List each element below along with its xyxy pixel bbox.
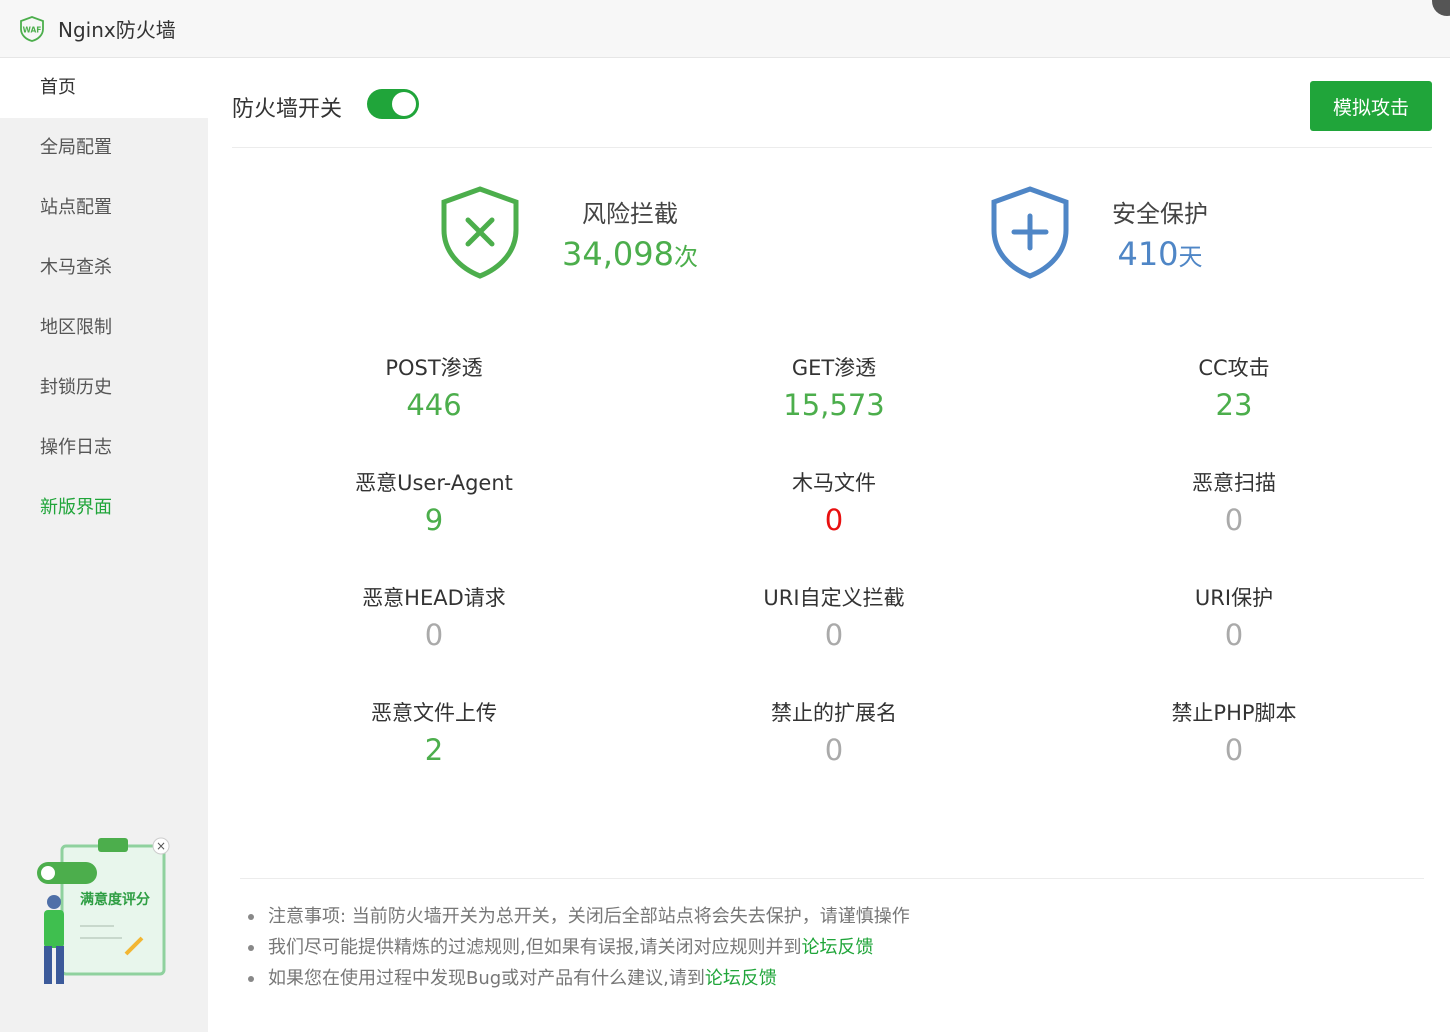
note-item: 我们尽可能提供精炼的过滤规则,但如果有误报,请关闭对应规则并到论坛反馈 (240, 932, 1424, 963)
forum-feedback-link[interactable]: 论坛反馈 (801, 937, 873, 958)
logo-text: WAF (23, 25, 42, 34)
stat-value: 2 (424, 733, 444, 767)
stat-value: 9 (424, 503, 444, 537)
simulate-attack-button[interactable]: 模拟攻击 (1310, 81, 1432, 131)
stat-malicious-file-upload[interactable]: 恶意文件上传 2 (232, 695, 632, 810)
window-close-icon[interactable] (1432, 0, 1450, 16)
safe-protection-value: 410 (1117, 234, 1179, 273)
stat-forbidden-extension[interactable]: 禁止的扩展名 0 (632, 695, 1032, 810)
risk-intercept-title: 风险拦截 (581, 199, 678, 228)
stat-cc-attack[interactable]: CC攻击 23 (1032, 350, 1432, 465)
stat-malicious-user-agent[interactable]: 恶意User-Agent 9 (232, 465, 632, 580)
firewall-switch-toggle[interactable] (367, 89, 419, 119)
firewall-switch-label: 防火墙开关 (232, 97, 343, 122)
risk-intercept-summary: 风险拦截 34,098次 (440, 186, 698, 280)
stat-value: 0 (1224, 503, 1244, 537)
stat-label: CC攻击 (1198, 356, 1270, 380)
stat-forbidden-php-script[interactable]: 禁止PHP脚本 0 (1032, 695, 1432, 810)
stat-value: 0 (824, 618, 844, 652)
sidebar-item-block-history[interactable]: 封锁历史 (0, 358, 208, 418)
risk-intercept-value: 34,098 (562, 234, 674, 273)
stat-value: 0 (1224, 618, 1244, 652)
title-bar: WAF Nginx防火墙 (0, 0, 1450, 58)
stat-label: 禁止PHP脚本 (1171, 701, 1297, 725)
sidebar-item-global-config[interactable]: 全局配置 (0, 118, 208, 178)
note-item: 注意事项: 当前防火墙开关为总开关，关闭后全部站点将会失去保护，请谨慎操作 (240, 901, 1424, 932)
satisfaction-rating-widget[interactable]: 满意度评分 × (32, 834, 182, 1004)
stat-value: 0 (424, 618, 444, 652)
rating-label: 满意度评分 (80, 891, 150, 908)
toolbar: 防火墙开关 模拟攻击 (232, 58, 1432, 148)
safe-protection-title: 安全保护 (1112, 199, 1208, 228)
sidebar-item-region-limit[interactable]: 地区限制 (0, 298, 208, 358)
note-text: 注意事项: 当前防火墙开关为总开关，关闭后全部站点将会失去保护，请谨慎操作 (268, 906, 910, 927)
shield-plus-icon (991, 186, 1069, 279)
stat-label: URI自定义拦截 (763, 586, 905, 610)
stat-value: 0 (824, 733, 844, 767)
sidebar-item-site-config[interactable]: 站点配置 (0, 178, 208, 238)
risk-intercept-unit: 次 (673, 242, 698, 271)
app-title: Nginx防火墙 (58, 18, 176, 42)
forum-feedback-link[interactable]: 论坛反馈 (705, 968, 777, 989)
sidebar-item-trojan-scan[interactable]: 木马查杀 (0, 238, 208, 298)
note-item: 如果您在使用过程中发现Bug或对产品有什么建议,请到论坛反馈 (240, 963, 1424, 994)
stat-malicious-head-request[interactable]: 恶意HEAD请求 0 (232, 580, 632, 695)
rating-close-glyph: × (156, 839, 166, 853)
main-panel: 防火墙开关 模拟攻击 风险拦截 34,098次 安全保护 410天 POST渗透… (208, 58, 1450, 1032)
stat-label: 恶意扫描 (1192, 471, 1276, 495)
note-text: 如果您在使用过程中发现Bug或对产品有什么建议,请到 (268, 968, 705, 989)
toggle-knob (392, 92, 416, 116)
stat-value: 0 (824, 503, 844, 537)
notes-list: 注意事项: 当前防火墙开关为总开关，关闭后全部站点将会失去保护，请谨慎操作 我们… (240, 878, 1424, 994)
stat-uri-protection[interactable]: URI保护 0 (1032, 580, 1432, 695)
sidebar-item-operation-log[interactable]: 操作日志 (0, 418, 208, 478)
sidebar-item-home[interactable]: 首页 (0, 58, 208, 118)
stat-value: 446 (406, 388, 462, 422)
stat-label: GET渗透 (791, 356, 877, 380)
stat-value: 0 (1224, 733, 1244, 767)
person-illustration-icon (47, 895, 61, 909)
stat-get-penetration[interactable]: GET渗透 15,573 (632, 350, 1032, 465)
stat-trojan-file[interactable]: 木马文件 0 (632, 465, 1032, 580)
safe-protection-unit: 天 (1178, 242, 1203, 271)
stat-label: POST渗透 (385, 356, 483, 380)
shield-cross-icon (441, 186, 519, 279)
waf-shield-logo-icon: WAF (20, 15, 44, 42)
stat-value: 23 (1215, 388, 1253, 422)
stat-label: 禁止的扩展名 (771, 701, 897, 725)
sidebar: 首页 全局配置 站点配置 木马查杀 地区限制 封锁历史 操作日志 新版界面 满意… (0, 58, 208, 1032)
stat-uri-custom-block[interactable]: URI自定义拦截 0 (632, 580, 1032, 695)
stat-value: 15,573 (783, 388, 885, 422)
stat-label: 木马文件 (792, 471, 876, 495)
stat-post-penetration[interactable]: POST渗透 446 (232, 350, 632, 465)
clipboard-clip-icon (98, 838, 128, 852)
attack-stats-grid: POST渗透 446 GET渗透 15,573 CC攻击 23 恶意User-Agen… (232, 350, 1432, 810)
safe-protection-summary: 安全保护 410天 (990, 186, 1208, 280)
stat-malicious-scan[interactable]: 恶意扫描 0 (1032, 465, 1432, 580)
sidebar-item-new-ui[interactable]: 新版界面 (0, 478, 208, 538)
stat-label: 恶意HEAD请求 (362, 586, 506, 610)
note-text: 我们尽可能提供精炼的过滤规则,但如果有误报,请关闭对应规则并到 (268, 937, 802, 958)
stat-label: 恶意文件上传 (371, 701, 497, 725)
stat-label: 恶意User-Agent (355, 471, 513, 495)
stat-label: URI保护 (1194, 586, 1274, 610)
